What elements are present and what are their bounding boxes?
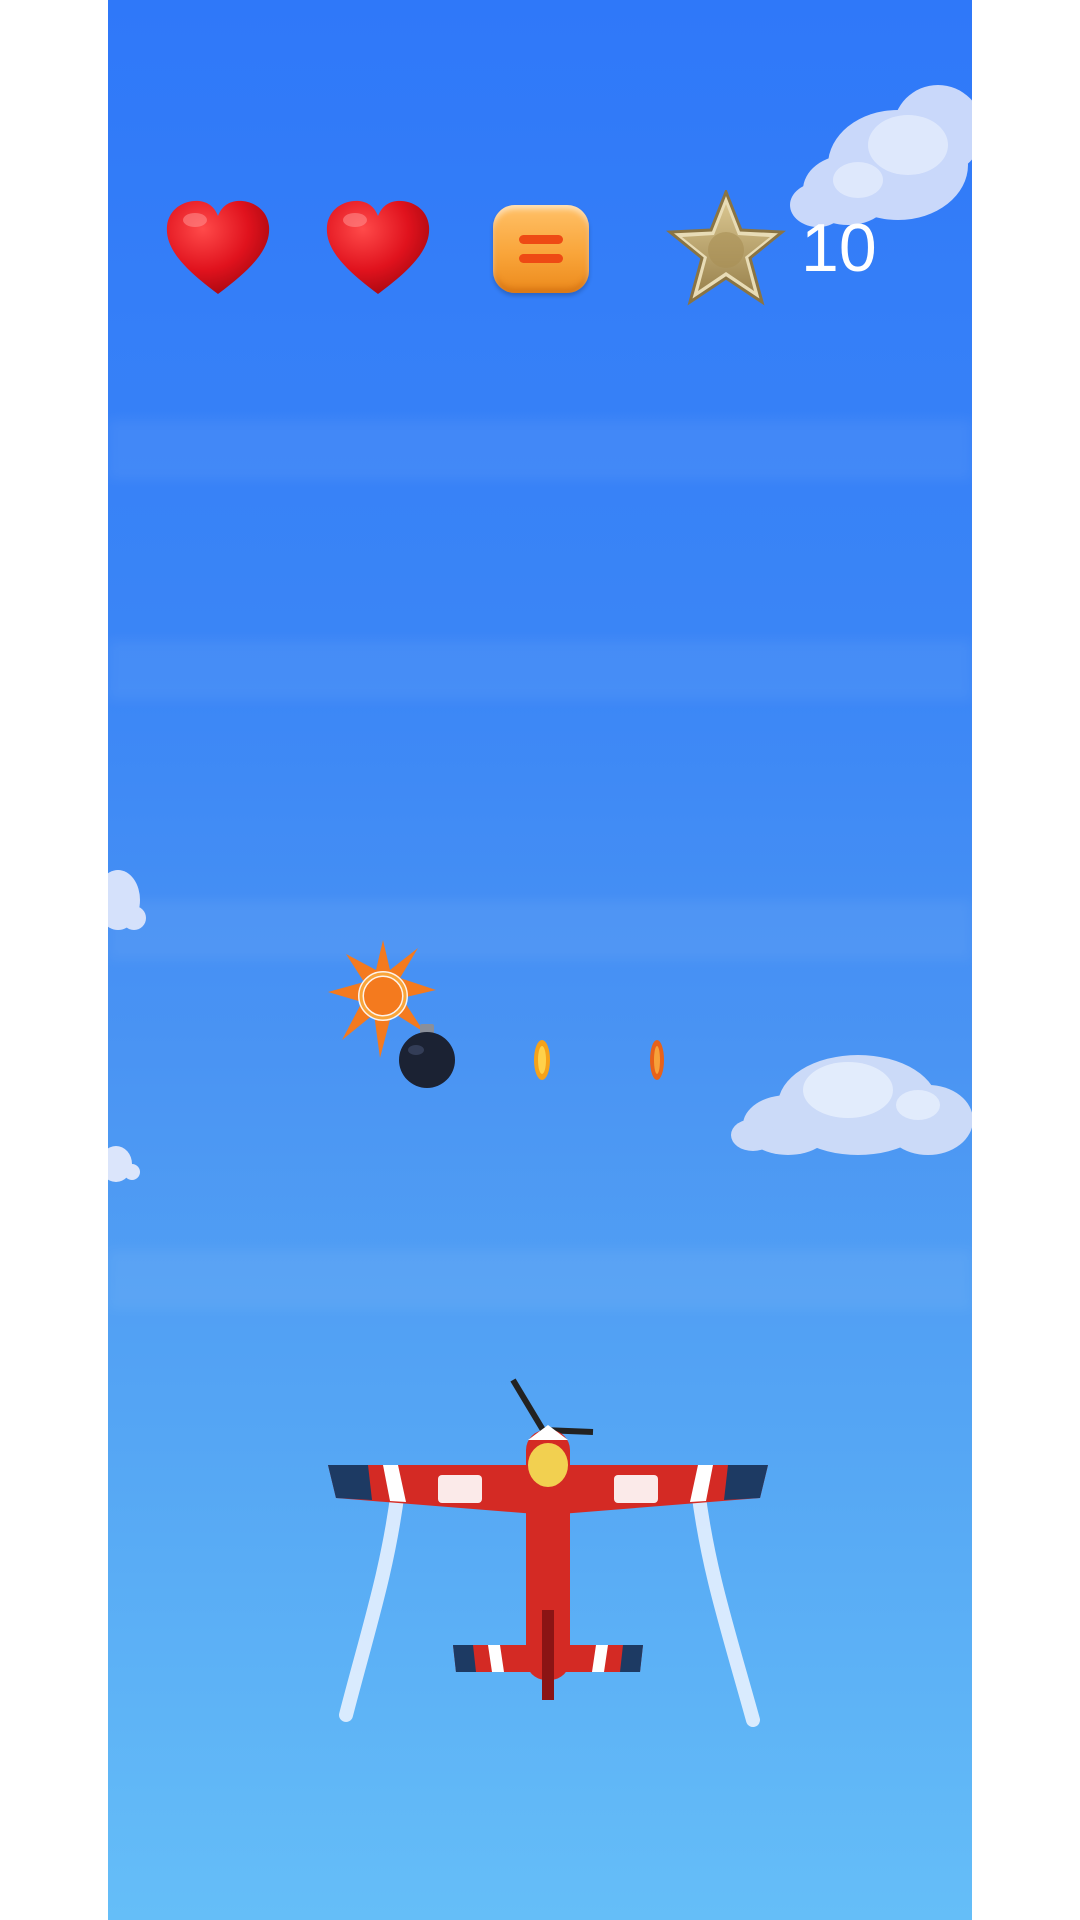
bomb-pickup: [399, 1024, 455, 1088]
score-value: 10: [801, 210, 877, 286]
sky-band: [108, 1250, 972, 1310]
cloud-left-1: [108, 870, 146, 930]
pause-menu-icon: [519, 254, 563, 263]
pause-menu-icon: [519, 235, 563, 244]
sky-band: [108, 640, 972, 700]
pause-button[interactable]: [493, 205, 589, 293]
sky-band: [108, 900, 972, 960]
sky-band: [108, 420, 972, 480]
cloud-left-2: [108, 1146, 140, 1182]
coin-pickup: [534, 1040, 550, 1080]
player-plane[interactable]: [328, 1370, 768, 1770]
heart-icon: [166, 200, 270, 294]
coin-pickup: [650, 1040, 664, 1080]
cloud-middle-right: [731, 1055, 972, 1155]
game-stage[interactable]: 10: [108, 0, 972, 1920]
star-badge-icon: [666, 190, 786, 306]
heart-icon: [326, 200, 430, 294]
